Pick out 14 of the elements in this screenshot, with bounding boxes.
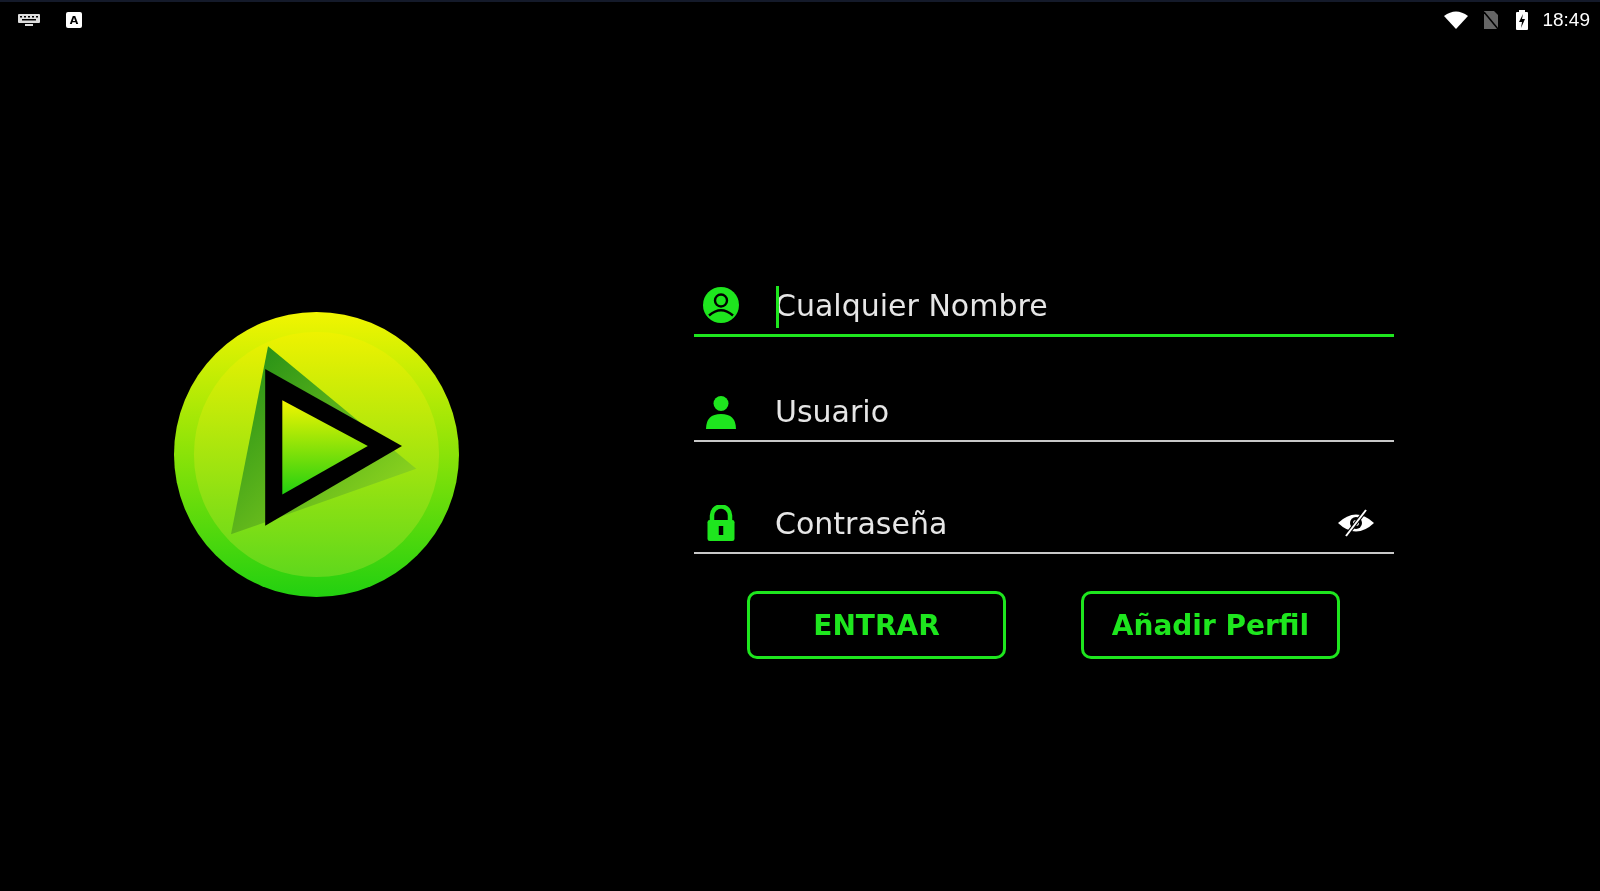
wifi-icon [1444, 11, 1469, 29]
no-sim-icon [1484, 11, 1499, 29]
clock-time: 18:49 [1542, 9, 1590, 31]
user-icon [703, 393, 739, 429]
profile-circle-icon [703, 287, 739, 323]
text-cursor [776, 286, 779, 328]
keyboard-icon [18, 14, 40, 26]
add-profile-button[interactable]: Añadir Perfil [1081, 591, 1340, 659]
eye-off-icon[interactable] [1336, 508, 1376, 538]
input-field[interactable]: Usuario [775, 393, 1394, 429]
battery-charging-icon [1516, 10, 1529, 30]
input-field[interactable]: Contraseña [775, 505, 1336, 541]
login-button[interactable]: ENTRAR [747, 591, 1006, 659]
app-notification-badge: A [66, 12, 82, 28]
